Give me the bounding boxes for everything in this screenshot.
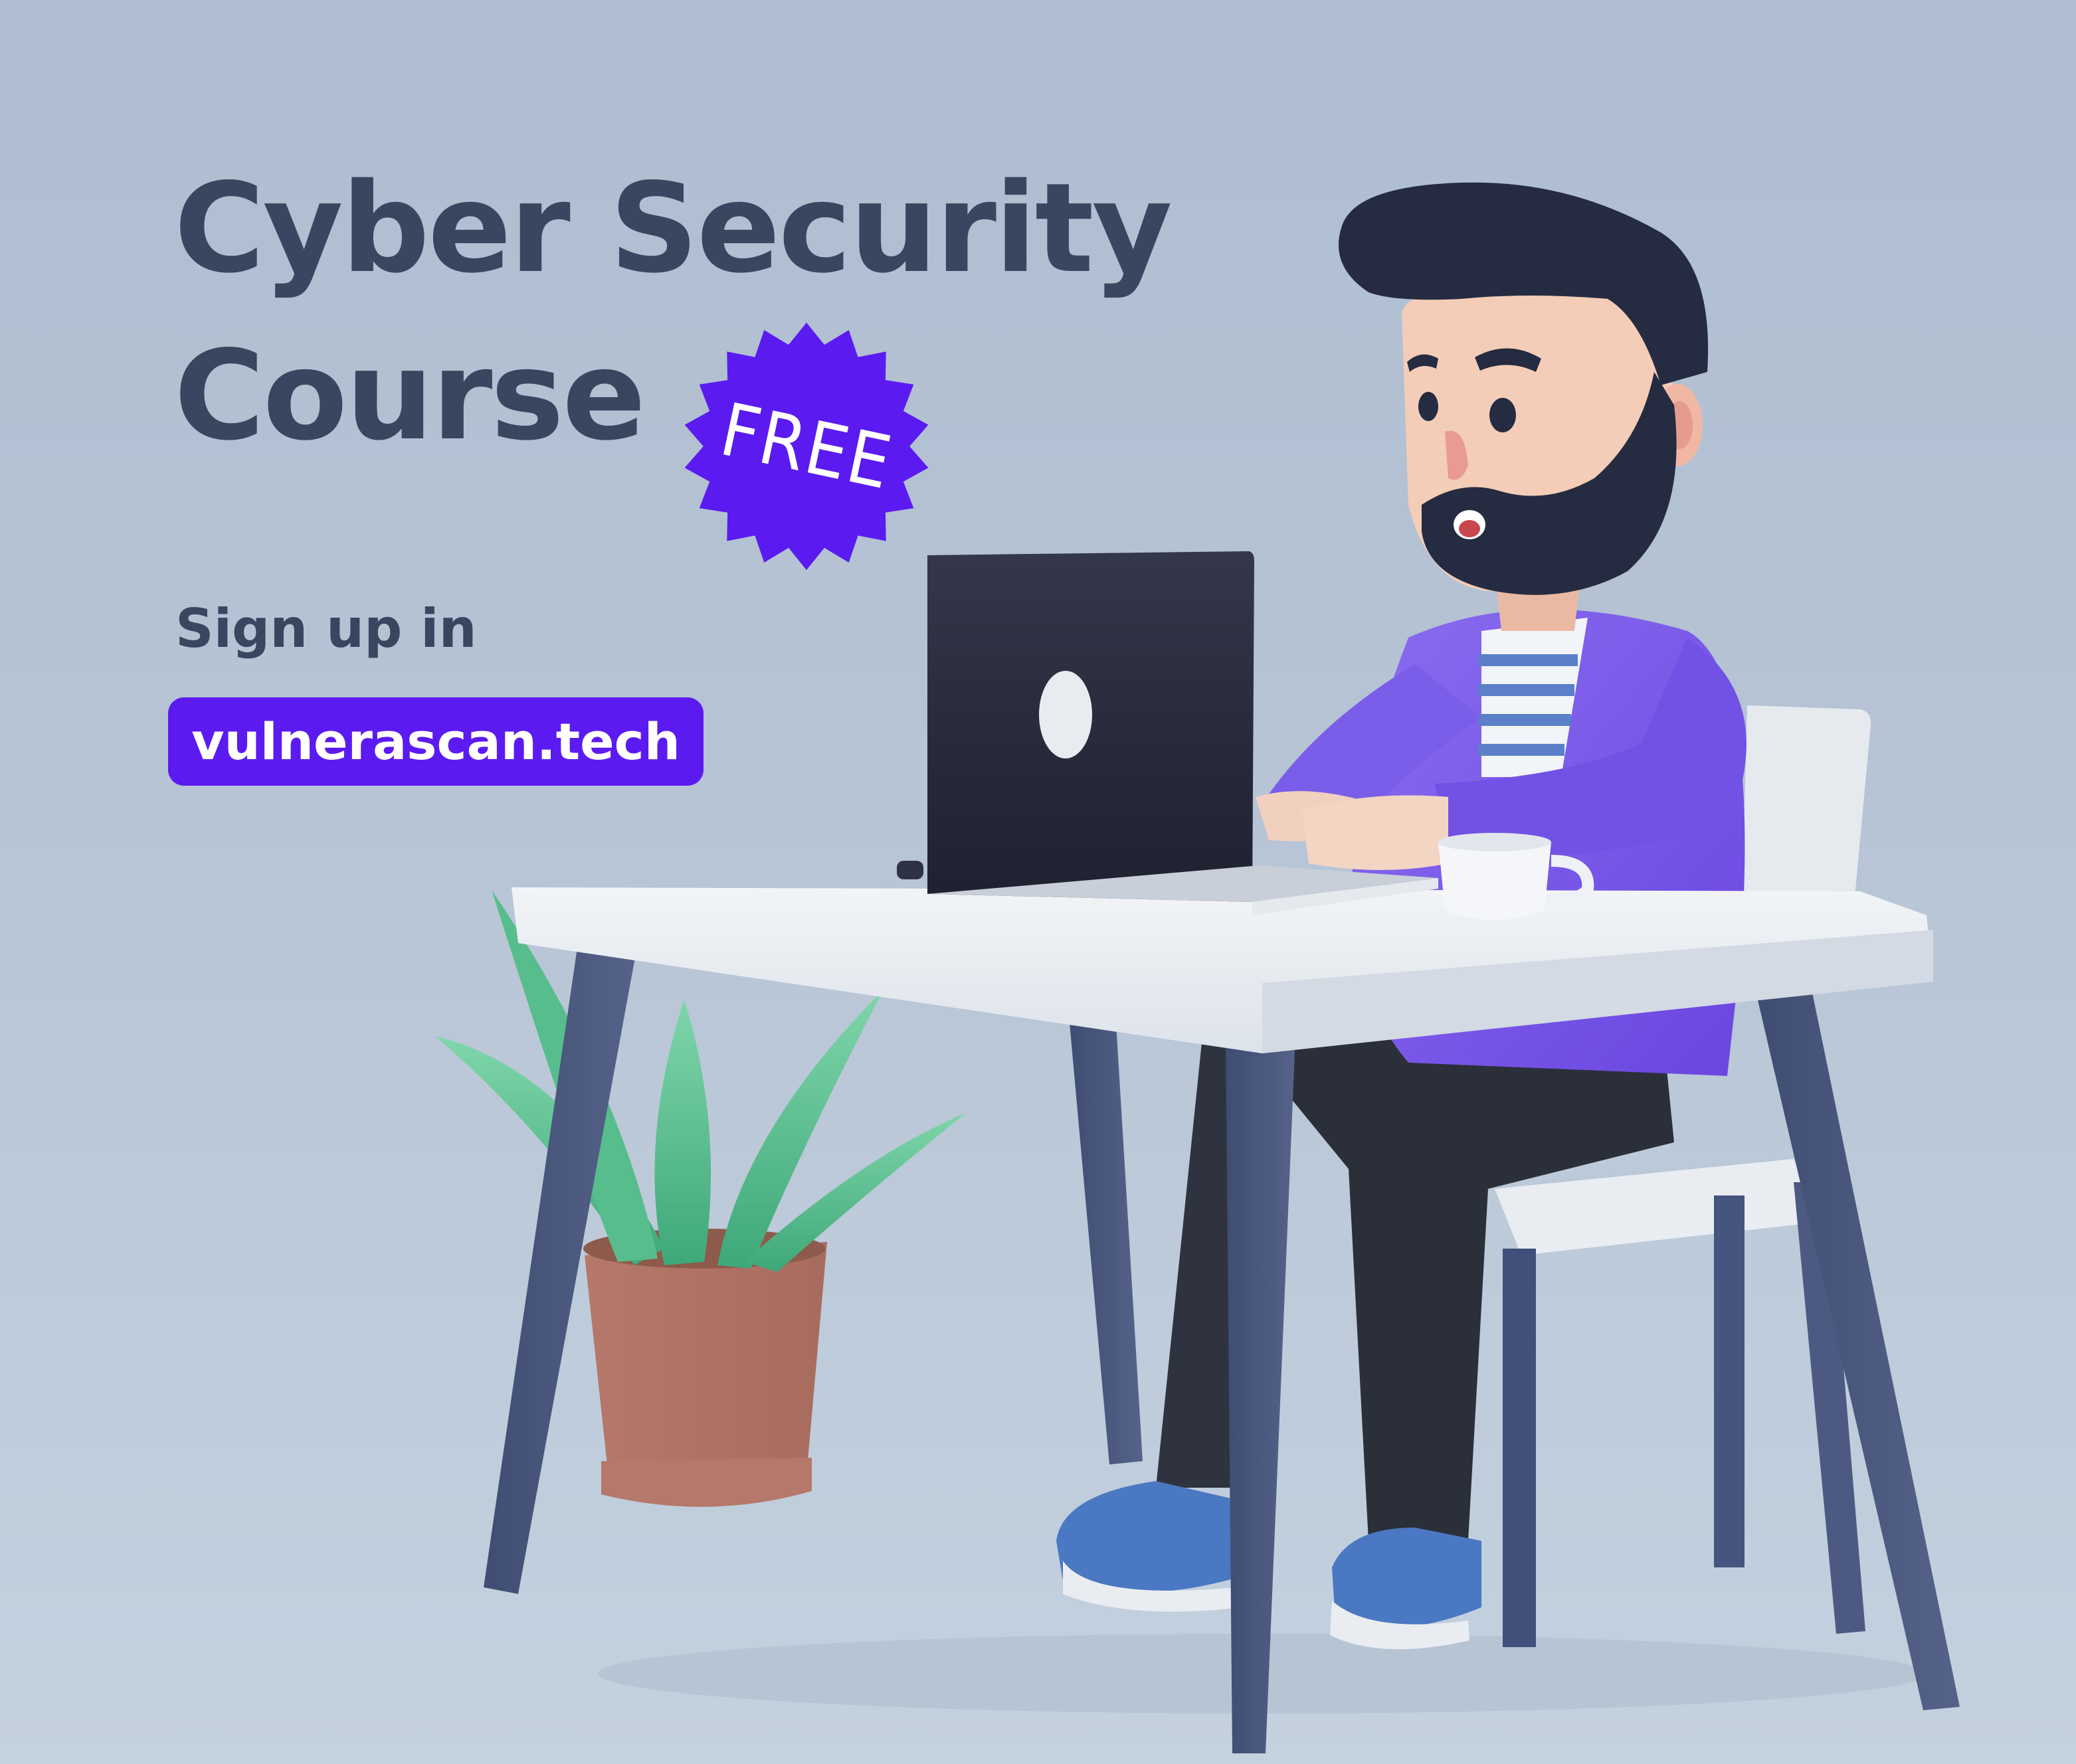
- man-at-desk-illustration: [435, 182, 1960, 1753]
- course-promo-banner: Cyber Security Course FREE Sign up in vu…: [0, 0, 2076, 1764]
